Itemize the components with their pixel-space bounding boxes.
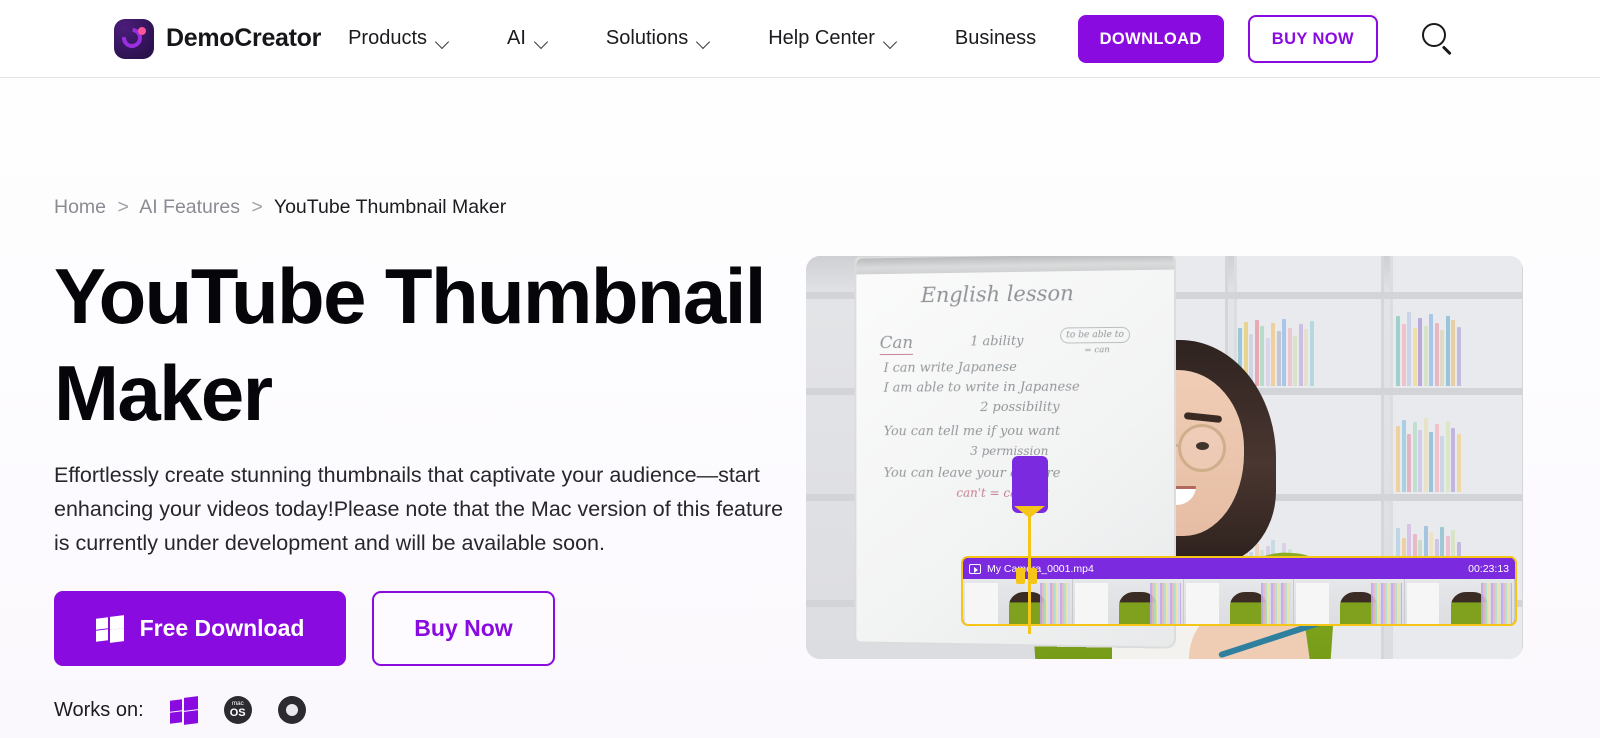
search-glass-shape <box>1422 22 1446 47</box>
whiteboard-line-2: I am able to write in Japanese <box>883 379 1080 396</box>
breadcrumb-item-current: YouTube Thumbnail Maker <box>273 196 507 218</box>
democreator-logo-icon <box>114 18 154 59</box>
nav-item-help-center[interactable]: Help Center <box>768 27 897 50</box>
timeline-frame <box>1294 579 1405 624</box>
hero-video-preview[interactable]: English lesson Can 1 ability to be able … <box>806 256 1523 659</box>
nav-item-label: Solutions <box>605 27 689 49</box>
timeline-selection-tab[interactable] <box>1012 456 1048 513</box>
chrome-icon <box>277 696 306 724</box>
chrome-inner-circle-shape <box>285 704 298 716</box>
download-button[interactable]: DOWNLOAD <box>1077 14 1224 63</box>
nav-item-label: Help Center <box>768 27 875 49</box>
video-timeline-clip[interactable]: My Camera_0001.mp4 00:23:13 <box>961 556 1517 626</box>
buy-now-button-header[interactable]: BUY NOW <box>1247 14 1378 63</box>
windows-icon <box>169 696 198 724</box>
whiteboard-box-line1: to be able to <box>1060 326 1131 344</box>
timeline-clip-name: My Camera_0001.mp4 <box>987 562 1094 575</box>
buy-now-button-hero[interactable]: Buy Now <box>372 591 555 666</box>
search-handle-shape <box>1442 44 1452 55</box>
whiteboard-line-1: I can write Japanese <box>883 359 1017 376</box>
nav-item-business[interactable]: Business <box>955 27 1036 50</box>
nav-item-solutions[interactable]: Solutions <box>606 27 710 50</box>
chevron-down-icon <box>535 37 548 45</box>
nav-item-label: Business <box>954 27 1037 49</box>
nav-item-products[interactable]: Products <box>348 27 449 50</box>
timeline-timecode: 00:23:13 <box>1468 562 1509 575</box>
timeline-frame <box>1183 579 1295 624</box>
chevron-down-icon <box>697 37 710 45</box>
breadcrumb-separator: > <box>251 196 263 218</box>
timeline-frame <box>1404 579 1515 624</box>
whiteboard-frame-top <box>856 256 1175 275</box>
logo-dot-shape <box>137 26 146 35</box>
breadcrumb-item-home[interactable]: Home <box>54 196 106 218</box>
whiteboard-keyword: Can <box>879 333 914 356</box>
brand-logo-link[interactable]: DemoCreator <box>114 18 322 59</box>
timeline-frame <box>1073 579 1184 624</box>
brand-name: DemoCreator <box>166 24 322 52</box>
main-nav: Products AI Solutions Help Center Busine… <box>348 27 1036 50</box>
video-clip-icon <box>969 563 981 574</box>
breadcrumb-separator: > <box>117 196 129 218</box>
timeline-frame <box>963 579 1074 624</box>
works-on-label: Works on: <box>54 698 144 721</box>
breadcrumb: Home > AI Features > YouTube Thumbnail M… <box>54 196 506 219</box>
whiteboard-line-3: 2 possibility <box>980 399 1060 416</box>
works-on-row: Works on: mac OS <box>54 696 306 724</box>
free-download-label: Free Download <box>139 615 305 641</box>
breadcrumb-item-ai-features[interactable]: AI Features <box>139 196 240 218</box>
glasses-lens-shape <box>1178 424 1226 472</box>
macos-icon-bottom-text: OS <box>229 706 246 719</box>
whiteboard-ability: 1 ability <box>970 333 1024 350</box>
nav-item-label: AI <box>507 27 526 49</box>
site-header: DemoCreator Products AI Solutions Help C… <box>0 0 1600 78</box>
page-title: YouTube Thumbnail Maker <box>54 252 766 437</box>
macos-icon: mac OS <box>223 696 252 724</box>
free-download-button[interactable]: Free Download <box>54 591 346 666</box>
timeline-filmstrip <box>963 579 1515 624</box>
nav-item-label: Products <box>348 27 428 49</box>
search-icon[interactable] <box>1420 22 1454 56</box>
trim-handles[interactable] <box>1016 568 1037 584</box>
whiteboard-box-line2: = can <box>1084 345 1110 356</box>
timeline-clip-header: My Camera_0001.mp4 00:23:13 <box>963 558 1515 579</box>
page-root: DemoCreator Products AI Solutions Help C… <box>0 0 1600 738</box>
chevron-down-icon <box>884 37 897 45</box>
hero-description: Effortlessly create stunning thumbnails … <box>54 463 784 555</box>
whiteboard-title: English lesson <box>920 281 1074 308</box>
whiteboard-line-4: You can tell me if you want <box>883 423 1061 440</box>
windows-icon <box>95 614 124 643</box>
chevron-down-icon <box>436 37 449 45</box>
cta-row: Free Download Buy Now <box>54 591 555 666</box>
nav-item-ai[interactable]: AI <box>507 27 548 50</box>
header-actions: DOWNLOAD BUY NOW <box>1077 14 1454 63</box>
